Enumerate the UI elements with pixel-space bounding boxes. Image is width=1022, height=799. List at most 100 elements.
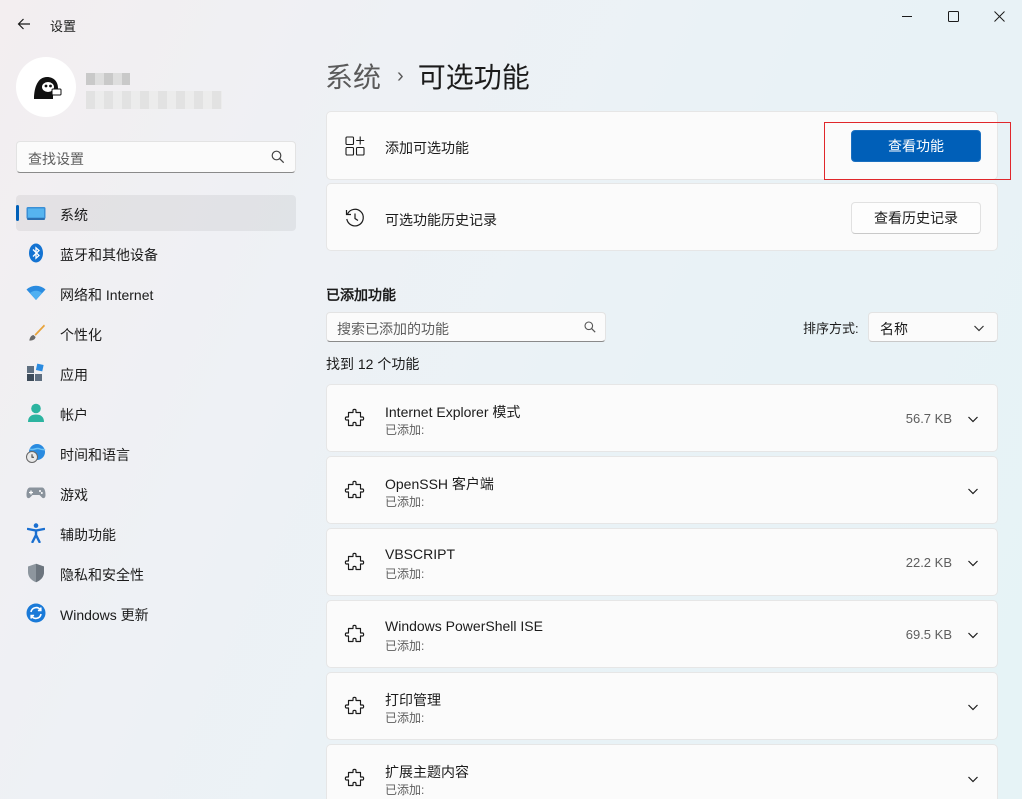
apps-icon xyxy=(26,363,46,383)
feature-name: 扩展主题内容 xyxy=(385,764,469,780)
account-icon xyxy=(26,403,46,423)
user-profile[interactable] xyxy=(16,57,296,117)
chevron-down-icon[interactable] xyxy=(967,701,979,713)
chevron-down-icon[interactable] xyxy=(967,629,979,641)
accessibility-icon xyxy=(26,523,46,543)
user-email-redacted xyxy=(86,91,222,109)
feature-status: 已添加: xyxy=(385,495,425,509)
feature-status: 已添加: xyxy=(385,567,425,581)
maximize-icon xyxy=(947,10,959,22)
feature-status: 已添加: xyxy=(385,783,425,797)
feature-row-print-management[interactable]: 打印管理 已添加: xyxy=(326,672,998,740)
bluetooth-icon xyxy=(26,243,46,263)
back-button[interactable] xyxy=(10,10,38,38)
system-display-icon xyxy=(26,203,46,223)
feature-size: 22.2 KB xyxy=(905,555,952,570)
puzzle-icon xyxy=(344,552,365,571)
sidebar-item-label: 辅助功能 xyxy=(60,527,116,543)
feature-status: 已添加: xyxy=(385,423,425,437)
sidebar-item-apps[interactable]: 应用 xyxy=(16,355,296,391)
chevron-down-icon[interactable] xyxy=(967,557,979,569)
found-count: 找到 12 个功能 xyxy=(326,356,420,372)
chevron-down-icon[interactable] xyxy=(967,413,979,425)
sidebar-item-accessibility[interactable]: 辅助功能 xyxy=(16,515,296,551)
view-history-button[interactable]: 查看历史记录 xyxy=(851,202,981,234)
sidebar-item-network[interactable]: 网络和 Internet xyxy=(16,275,296,311)
feature-row-powershell-ise[interactable]: Windows PowerShell ISE 已添加: 69.5 KB xyxy=(326,600,998,668)
sidebar-item-gaming[interactable]: 游戏 xyxy=(16,475,296,511)
avatar xyxy=(16,57,76,117)
gamepad-icon xyxy=(26,483,46,503)
puzzle-icon xyxy=(344,408,365,427)
add-apps-icon xyxy=(344,135,366,157)
sidebar-item-label: 时间和语言 xyxy=(60,447,130,463)
feature-name: 打印管理 xyxy=(385,692,441,708)
wifi-icon xyxy=(26,283,46,303)
globe-clock-icon xyxy=(26,443,46,463)
feature-size: 56.7 KB xyxy=(905,411,952,426)
close-icon xyxy=(993,10,1005,22)
shield-icon xyxy=(26,563,46,583)
sidebar-item-label: 隐私和安全性 xyxy=(60,567,144,583)
selection-indicator xyxy=(16,205,19,221)
feature-name: Internet Explorer 模式 xyxy=(385,404,521,420)
breadcrumb-parent[interactable]: 系统 xyxy=(325,56,381,96)
title-bar: 设置 xyxy=(0,0,1022,48)
feature-name: Windows PowerShell ISE xyxy=(385,618,543,634)
add-feature-card: 添加可选功能 查看功能 xyxy=(326,111,998,180)
breadcrumb: 系统 › 可选功能 xyxy=(325,58,530,94)
feature-row-openssh[interactable]: OpenSSH 客户端 已添加: xyxy=(326,456,998,524)
maximize-button[interactable] xyxy=(930,0,976,32)
search-icon xyxy=(271,150,285,164)
feature-row-extended-theme[interactable]: 扩展主题内容 已添加: xyxy=(326,744,998,799)
sidebar-item-label: Windows 更新 xyxy=(60,607,149,623)
feature-name: VBSCRIPT xyxy=(385,546,456,562)
sidebar-item-label: 网络和 Internet xyxy=(60,287,154,303)
feature-status: 已添加: xyxy=(385,711,425,725)
sidebar-item-label: 系统 xyxy=(60,207,88,223)
puzzle-icon xyxy=(344,480,365,499)
sort-dropdown[interactable]: 名称 xyxy=(868,312,998,342)
breadcrumb-separator: › xyxy=(397,64,404,87)
sidebar-item-bluetooth[interactable]: 蓝牙和其他设备 xyxy=(16,235,296,271)
user-name-redacted xyxy=(86,73,130,85)
sidebar-item-label: 帐户 xyxy=(60,407,88,423)
sidebar-item-label: 个性化 xyxy=(60,327,102,343)
paintbrush-icon xyxy=(26,323,46,343)
sort-value: 名称 xyxy=(880,321,908,337)
sidebar-item-privacy[interactable]: 隐私和安全性 xyxy=(16,555,296,591)
puzzle-icon xyxy=(344,624,365,643)
minimize-icon xyxy=(902,16,912,17)
sort-label: 排序方式: xyxy=(803,321,859,336)
puzzle-icon xyxy=(344,696,365,715)
sidebar-item-system[interactable]: 系统 xyxy=(16,195,296,231)
sidebar-item-personalization[interactable]: 个性化 xyxy=(16,315,296,351)
sidebar-item-time-language[interactable]: 时间和语言 xyxy=(16,435,296,471)
sidebar-item-label: 游戏 xyxy=(60,487,88,503)
chevron-down-icon[interactable] xyxy=(967,773,979,785)
view-features-button[interactable]: 查看功能 xyxy=(851,130,981,162)
history-icon xyxy=(344,207,366,229)
avatar-icon xyxy=(34,77,62,99)
sidebar-item-windows-update[interactable]: Windows 更新 xyxy=(16,595,296,631)
feature-history-card: 可选功能历史记录 查看历史记录 xyxy=(326,183,998,251)
sidebar-item-label: 应用 xyxy=(60,367,88,383)
chevron-down-icon xyxy=(974,325,984,332)
puzzle-icon xyxy=(344,768,365,787)
sidebar-item-label: 蓝牙和其他设备 xyxy=(60,247,158,263)
feature-row-ie-mode[interactable]: Internet Explorer 模式 已添加: 56.7 KB xyxy=(326,384,998,452)
app-title: 设置 xyxy=(50,19,77,34)
feature-name: OpenSSH 客户端 xyxy=(385,476,494,492)
chevron-down-icon[interactable] xyxy=(967,485,979,497)
close-button[interactable] xyxy=(976,0,1022,32)
page-title: 可选功能 xyxy=(417,62,530,93)
minimize-button[interactable] xyxy=(884,0,930,32)
feature-row-vbscript[interactable]: VBSCRIPT 已添加: 22.2 KB xyxy=(326,528,998,596)
search-icon xyxy=(584,321,596,333)
added-features-search-input[interactable]: 搜索已添加的功能 xyxy=(326,312,606,342)
sidebar-item-accounts[interactable]: 帐户 xyxy=(16,395,296,431)
feature-status: 已添加: xyxy=(385,639,425,653)
search-placeholder: 搜索已添加的功能 xyxy=(337,321,449,337)
windows-update-icon xyxy=(26,603,46,623)
settings-search-input[interactable]: 查找设置 xyxy=(16,141,296,173)
